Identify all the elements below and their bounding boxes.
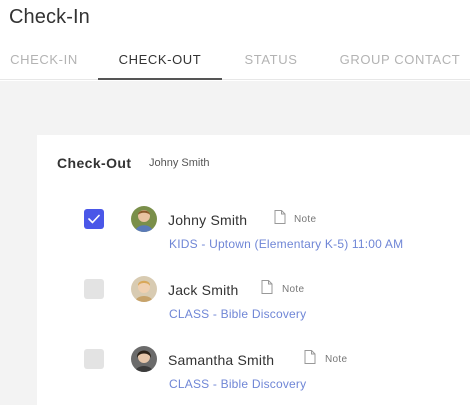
tab-check-out[interactable]: CHECK-OUT bbox=[98, 40, 222, 80]
person-row: Jack Smith Note CLASS - Bible Discovery bbox=[37, 275, 470, 335]
note-icon[interactable] bbox=[261, 280, 273, 294]
app-title: Check-In bbox=[9, 6, 90, 28]
group-link[interactable]: CLASS - Bible Discovery bbox=[169, 377, 306, 391]
person-row: Johny Smith Note KIDS - Uptown (Elementa… bbox=[37, 205, 470, 265]
tab-group-contact[interactable]: GROUP CONTACT bbox=[330, 40, 470, 80]
note-label[interactable]: Note bbox=[325, 354, 347, 365]
person-checkbox[interactable] bbox=[84, 349, 104, 369]
check-icon bbox=[88, 214, 100, 224]
person-checkbox[interactable] bbox=[84, 209, 104, 229]
person-row: Samantha Smith Note CLASS - Bible Discov… bbox=[37, 345, 470, 405]
card-subtitle: Johny Smith bbox=[149, 157, 210, 169]
note-label[interactable]: Note bbox=[282, 284, 304, 295]
avatar bbox=[131, 206, 157, 232]
group-link[interactable]: KIDS - Uptown (Elementary K-5) 11:00 AM bbox=[169, 237, 403, 251]
person-name[interactable]: Jack Smith bbox=[168, 282, 238, 298]
group-link[interactable]: CLASS - Bible Discovery bbox=[169, 307, 306, 321]
avatar bbox=[131, 346, 157, 372]
card-title: Check-Out bbox=[57, 155, 132, 171]
person-name[interactable]: Samantha Smith bbox=[168, 352, 274, 368]
person-checkbox[interactable] bbox=[84, 279, 104, 299]
note-label[interactable]: Note bbox=[294, 214, 316, 225]
tab-bar: CHECK-IN CHECK-OUT STATUS GROUP CONTACT bbox=[0, 40, 470, 80]
note-icon[interactable] bbox=[274, 210, 286, 224]
tab-check-in[interactable]: CHECK-IN bbox=[0, 40, 88, 80]
note-icon[interactable] bbox=[304, 350, 316, 364]
person-name[interactable]: Johny Smith bbox=[168, 212, 247, 228]
avatar bbox=[131, 276, 157, 302]
tab-status[interactable]: STATUS bbox=[232, 40, 310, 80]
main-content: Check-Out Johny Smith Johny Smith Note K… bbox=[0, 81, 470, 405]
checkout-card: Check-Out Johny Smith Johny Smith Note K… bbox=[37, 135, 470, 405]
